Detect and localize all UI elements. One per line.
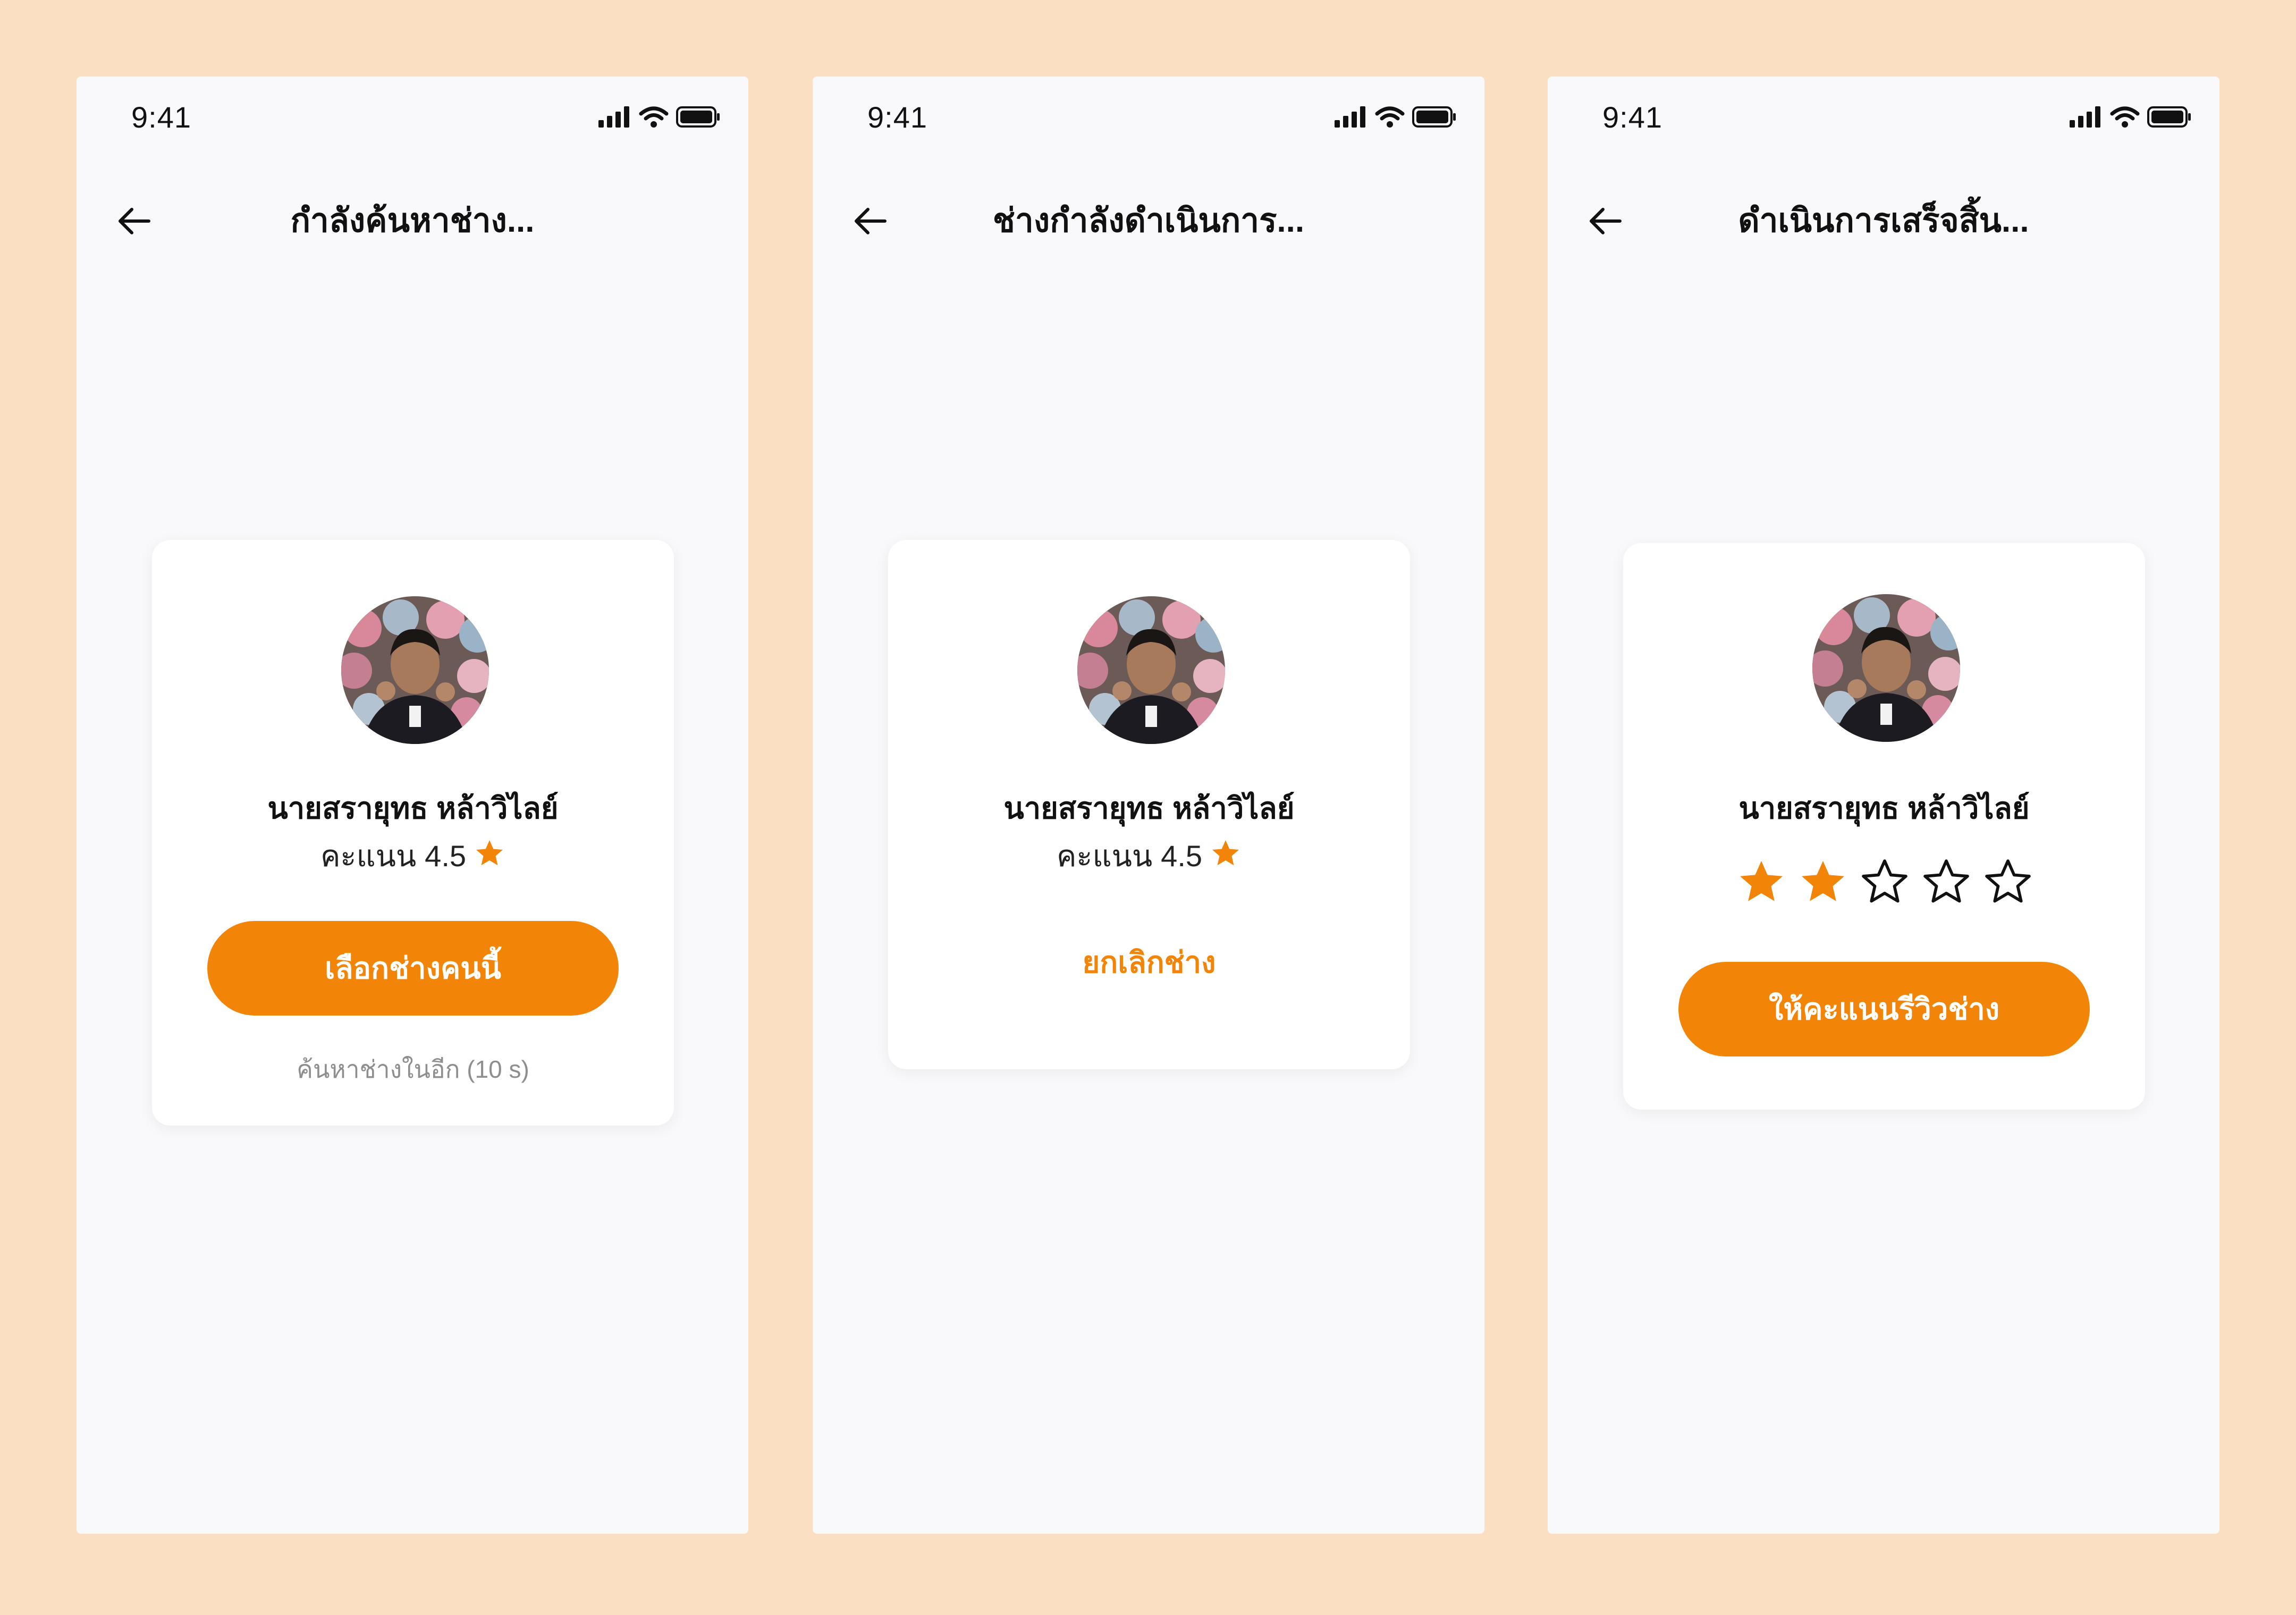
page-title: ดำเนินการเสร็จสิ้น...	[1738, 202, 2029, 239]
star-filled-icon[interactable]	[1797, 857, 1848, 908]
technician-name: นายสรายุทธ หล้าวิไลย์	[267, 791, 559, 825]
technician-name: นายสรายุทธ หล้าวิไลย์	[1003, 791, 1295, 825]
wifi-icon	[639, 106, 669, 128]
cellular-signal-icon	[2070, 106, 2100, 128]
rating-label: คะแนน	[1056, 839, 1153, 873]
battery-icon	[1412, 106, 1456, 128]
status-icons	[2070, 106, 2192, 128]
page-title: กำลังค้นหาช่าง...	[290, 202, 535, 239]
status-icons	[598, 106, 721, 128]
status-time: 9:41	[867, 100, 927, 134]
technician-avatar	[341, 596, 489, 744]
rating-value: 4.5	[425, 839, 467, 873]
technician-name: นายสรายุทธ หล้าวิไลย์	[1738, 791, 2030, 825]
battery-icon	[676, 106, 720, 128]
rating-label: คะแนน	[320, 839, 417, 873]
status-time: 9:41	[131, 100, 191, 134]
star-outline-icon[interactable]	[1982, 857, 2033, 908]
cellular-signal-icon	[598, 106, 629, 128]
screen-completed: 9:41 ดำเนินการเสร็จสิ้น... นายสรายุทธ หล…	[1548, 77, 2219, 1534]
technician-rating: คะแนน 4.5	[152, 838, 674, 875]
status-time: 9:41	[1602, 100, 1662, 134]
battery-icon	[2147, 106, 2191, 128]
submit-review-button[interactable]: ให้คะแนนรีวิวช่าง	[1678, 962, 2090, 1056]
select-technician-button[interactable]: เลือกช่างคนนี้	[207, 921, 619, 1016]
technician-avatar	[1812, 594, 1960, 742]
wifi-icon	[1375, 106, 1405, 128]
technician-avatar	[1077, 596, 1225, 744]
screen-searching: 9:41 กำลังค้นหาช่าง... นายสรายุทธ หล้าวิ…	[77, 77, 748, 1534]
wifi-icon	[2110, 106, 2140, 128]
technician-rating: คะแนน 4.5	[888, 838, 1410, 875]
star-outline-icon[interactable]	[1859, 857, 1910, 908]
rating-value: 4.5	[1161, 839, 1203, 873]
technician-card: นายสรายุทธ หล้าวิไลย์ ให้คะแนนรีวิวช่าง	[1623, 543, 2145, 1110]
star-filled-icon	[1212, 840, 1239, 866]
page-title: ช่างกำลังดำเนินการ...	[992, 202, 1305, 239]
technician-card: นายสรายุทธ หล้าวิไลย์ คะแนน 4.5 ยกเลิกช่า…	[888, 540, 1410, 1069]
star-filled-icon	[476, 840, 503, 866]
star-outline-icon[interactable]	[1921, 857, 1972, 908]
review-star-rating[interactable]	[1736, 857, 2039, 915]
status-icons	[1335, 106, 1457, 128]
cellular-signal-icon	[1335, 106, 1365, 128]
screen-in-progress: 9:41 ช่างกำลังดำเนินการ... นายสรายุทธ หล…	[813, 77, 1484, 1534]
search-countdown: ค้นหาช่างในอีก (10 s)	[297, 1055, 529, 1083]
cancel-technician-link[interactable]: ยกเลิกช่าง	[888, 938, 1410, 986]
star-filled-icon[interactable]	[1736, 857, 1787, 908]
technician-card: นายสรายุทธ หล้าวิไลย์ คะแนน 4.5 เลือกช่าง…	[152, 540, 674, 1126]
